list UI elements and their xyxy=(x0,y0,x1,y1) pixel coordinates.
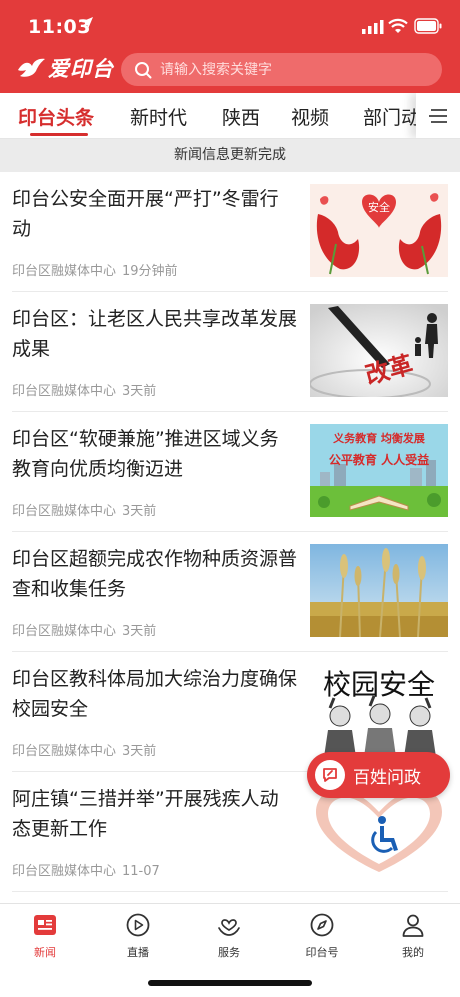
tabbar-service[interactable]: 服务 xyxy=(194,912,264,960)
active-tab-indicator xyxy=(30,133,88,136)
status-bar: 11:03 xyxy=(0,0,460,48)
public-inquiry-button[interactable]: 百姓问政 xyxy=(307,752,450,798)
news-title[interactable]: 印台区“软硬兼施”推进区域义务教育向优质均衡迈进 xyxy=(12,424,297,484)
news-meta: 印台区融媒体中心 11-07 xyxy=(12,860,160,879)
news-item[interactable]: 印台公安全面开展“严打”冬雷行动 印台区融媒体中心 19分钟前 安全 xyxy=(0,172,460,292)
tabbar-live[interactable]: 直播 xyxy=(103,912,173,960)
app-header: 爱印台 xyxy=(0,48,460,93)
tabbar-label: 印台号 xyxy=(305,946,339,959)
news-source: 印台区融媒体中心 xyxy=(12,624,117,639)
tabbar-label: 服务 xyxy=(218,946,240,959)
news-time: 3天前 xyxy=(122,504,157,519)
news-title[interactable]: 阿庄镇“三措并举”开展残疾人动态更新工作 xyxy=(12,784,297,844)
thumb-text-campus: 校园安全 xyxy=(323,668,435,701)
education-illustration: 义务教育 均衡发展 公平教育 人人受益 xyxy=(310,424,448,517)
tabbar-yintai-account[interactable]: 印台号 xyxy=(287,912,357,960)
news-item[interactable]: 印台区“软硬兼施”推进区域义务教育向优质均衡迈进 印台区融媒体中心 3天前 义务教… xyxy=(0,412,460,532)
tabbar-label: 新闻 xyxy=(34,946,56,959)
profile-icon xyxy=(402,914,424,937)
news-item[interactable]: 印台区：让老区人民共享改革发展成果 印台区融媒体中心 3天前 改革 xyxy=(0,292,460,412)
news-title[interactable]: 印台区：让老区人民共享改革发展成果 xyxy=(12,304,297,364)
tab-shaanxi[interactable]: 陕西 xyxy=(222,103,260,130)
channel-menu-button[interactable] xyxy=(416,93,460,138)
news-meta: 印台区融媒体中心 3天前 xyxy=(12,500,156,519)
reform-illustration: 改革 xyxy=(310,304,448,397)
news-thumbnail[interactable]: 义务教育 均衡发展 公平教育 人人受益 xyxy=(310,424,448,517)
tabbar-label: 直播 xyxy=(127,946,149,959)
search-bar[interactable] xyxy=(121,53,442,86)
safety-illustration: 安全 xyxy=(310,184,448,277)
refresh-notice: 新闻信息更新完成 xyxy=(0,139,460,172)
bird-logo-icon xyxy=(18,58,45,77)
news-title[interactable]: 印台区超额完成农作物种质资源普查和收集任务 xyxy=(12,544,297,604)
tabbar-profile[interactable]: 我的 xyxy=(378,912,448,960)
tab-headline[interactable]: 印台头条 xyxy=(18,103,94,130)
news-thumbnail[interactable] xyxy=(310,544,448,637)
category-tabs: 印台头条 新时代 陕西 视频 部门动 xyxy=(0,93,460,139)
news-thumbnail[interactable]: 校园安全 xyxy=(310,664,448,757)
news-source: 印台区融媒体中心 xyxy=(12,504,117,519)
news-time: 11-07 xyxy=(122,864,160,879)
tabbar-news[interactable]: 新闻 xyxy=(10,912,80,960)
brand-name: 爱印台 xyxy=(48,56,114,81)
tab-departments[interactable]: 部门动 xyxy=(363,103,420,130)
thumb-text-line1: 义务教育 均衡发展 xyxy=(333,431,426,445)
news-time: 19分钟前 xyxy=(122,264,178,279)
news-thumbnail[interactable]: 改革 xyxy=(310,304,448,397)
news-source: 印台区融媒体中心 xyxy=(12,384,117,399)
live-icon xyxy=(126,913,150,937)
edit-chat-icon xyxy=(315,760,345,790)
news-time: 3天前 xyxy=(122,744,157,759)
campus-safety-illustration: 校园安全 xyxy=(310,664,448,757)
search-icon xyxy=(135,61,152,78)
brand-logo[interactable]: 爱印台 xyxy=(16,48,114,88)
news-meta: 印台区融媒体中心 3天前 xyxy=(12,740,156,759)
public-inquiry-label: 百姓问政 xyxy=(353,767,421,788)
tabbar-label: 我的 xyxy=(402,946,424,959)
search-input[interactable] xyxy=(160,61,420,78)
news-title[interactable]: 印台公安全面开展“严打”冬雷行动 xyxy=(12,184,297,244)
tab-video[interactable]: 视频 xyxy=(291,103,329,130)
tab-new-era[interactable]: 新时代 xyxy=(130,103,187,130)
thumb-text-safety: 安全 xyxy=(368,200,390,214)
news-meta: 印台区融媒体中心 3天前 xyxy=(12,620,156,639)
compass-icon xyxy=(310,913,334,937)
news-meta: 印台区融媒体中心 3天前 xyxy=(12,380,156,399)
battery-icon xyxy=(414,18,442,34)
menu-icon xyxy=(429,108,447,123)
news-time: 3天前 xyxy=(122,624,157,639)
news-title[interactable]: 印台区教科体局加大综治力度确保校园安全 xyxy=(12,664,297,724)
divider xyxy=(12,891,448,892)
news-source: 印台区融媒体中心 xyxy=(12,744,117,759)
home-indicator xyxy=(148,980,312,986)
news-source: 印台区融媒体中心 xyxy=(12,264,117,279)
news-item[interactable]: 印台区超额完成农作物种质资源普查和收集任务 印台区融媒体中心 3天前 xyxy=(0,532,460,652)
wifi-icon xyxy=(388,18,408,33)
news-thumbnail[interactable]: 安全 xyxy=(310,184,448,277)
news-meta: 印台区融媒体中心 19分钟前 xyxy=(12,260,178,279)
location-arrow-icon xyxy=(81,17,93,29)
service-icon xyxy=(218,919,240,936)
news-source: 印台区融媒体中心 xyxy=(12,864,117,879)
wheat-field-photo xyxy=(310,544,448,637)
cellular-signal-icon xyxy=(362,20,384,34)
news-icon xyxy=(34,915,56,935)
news-time: 3天前 xyxy=(122,384,157,399)
thumb-text-line2: 公平教育 人人受益 xyxy=(329,452,429,467)
